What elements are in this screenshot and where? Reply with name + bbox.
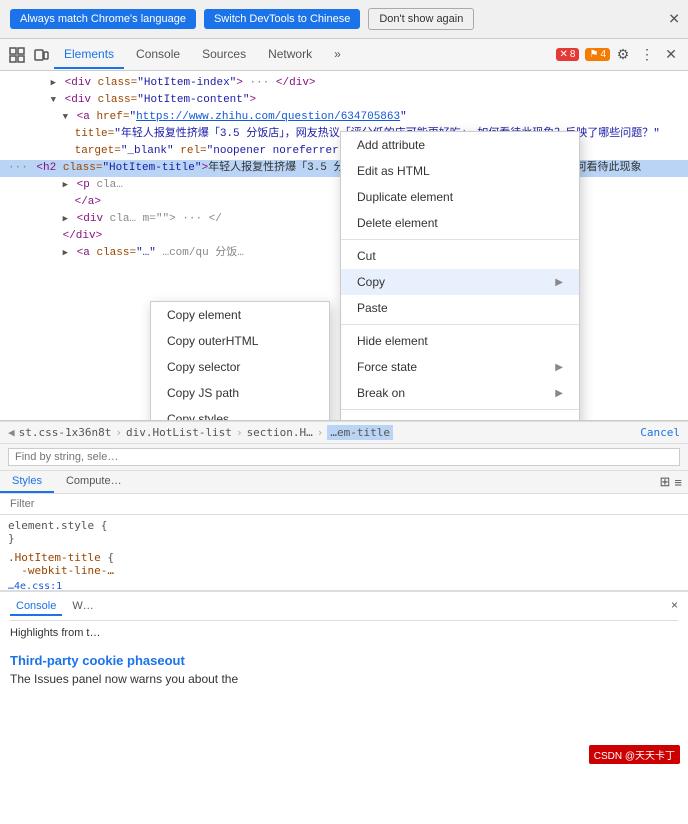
ctx-copy-outerhtml[interactable]: Copy outerHTML — [151, 328, 329, 354]
console-output: Highlights from t… — [10, 627, 678, 639]
match-language-button[interactable]: Always match Chrome's language — [10, 9, 196, 29]
ctx-force-state[interactable]: Force state ▶ — [341, 354, 579, 380]
ctx-edit-html[interactable]: Edit as HTML — [341, 158, 579, 184]
console-panel: Console W… × Highlights from t… — [0, 591, 688, 645]
breadcrumb-item-1[interactable]: div.HotList-list — [126, 426, 232, 439]
ctx-cut[interactable]: Cut — [341, 243, 579, 269]
style-line-2: } — [8, 532, 680, 545]
device-toolbar-icon[interactable] — [30, 44, 52, 66]
breadcrumb-cancel-button[interactable]: Cancel — [640, 426, 680, 439]
styles-content: element.style { } .HotItem-title { -webk… — [0, 515, 688, 591]
breadcrumb-item-2[interactable]: section.H… — [247, 426, 313, 439]
settings-icon[interactable]: ⚙ — [612, 44, 634, 66]
style-line-3: .HotItem-title { — [8, 551, 680, 564]
console-tabs: Console W… × — [10, 598, 678, 621]
style-line-1: element.style { — [8, 519, 680, 532]
ctx-separator-3 — [341, 409, 579, 410]
inspect-icon[interactable] — [6, 44, 28, 66]
bottom-text: The Issues panel now warns you about the — [10, 672, 678, 686]
styles-tabs: Styles Compute… ⊞ ≡ — [0, 471, 688, 494]
dont-show-again-button[interactable]: Don't show again — [368, 8, 474, 30]
ctx-copy-jspath[interactable]: Copy JS path — [151, 380, 329, 406]
tab-computed[interactable]: Compute… — [54, 471, 134, 493]
styles-panel: Styles Compute… ⊞ ≡ element.style { } .H… — [0, 471, 688, 591]
devtools-toolbar: Elements Console Sources Network » ✕ 8 ⚑… — [0, 39, 688, 71]
tab-more[interactable]: » — [324, 41, 351, 69]
ctx-hide-element[interactable]: Hide element — [341, 328, 579, 354]
search-input[interactable] — [8, 448, 680, 466]
console-close-button[interactable]: × — [671, 598, 678, 616]
breadcrumb-item-0[interactable]: st.css-1x36n8t — [19, 426, 112, 439]
breadcrumb-item-3[interactable]: …em-title — [327, 425, 393, 440]
csdn-badge: CSDN @天天卡丁 — [589, 745, 680, 764]
devtools-close-icon[interactable]: ✕ — [660, 44, 682, 66]
ctx-separator-1 — [341, 239, 579, 240]
switch-devtools-button[interactable]: Switch DevTools to Chinese — [204, 9, 360, 29]
styles-icon-2[interactable]: ≡ — [674, 475, 682, 490]
breadcrumb-left-arrow[interactable]: ◀ — [8, 426, 15, 439]
tab-network[interactable]: Network — [258, 41, 322, 69]
console-tab-console[interactable]: Console — [10, 598, 62, 616]
warning-badge: ⚑ 4 — [585, 48, 610, 61]
bottom-title: Third-party cookie phaseout — [10, 653, 678, 668]
breadcrumb-bar: ◀ st.css-1x36n8t › div.HotList-list › se… — [0, 421, 688, 444]
top-banner: Always match Chrome's language Switch De… — [0, 0, 688, 39]
ctx-copy[interactable]: Copy ▶ — [341, 269, 579, 295]
ctx-break-on[interactable]: Break on ▶ — [341, 380, 579, 406]
ctx-separator-2 — [341, 324, 579, 325]
error-badge: ✕ 8 — [556, 48, 580, 61]
ctx-expand-recursively[interactable]: Expand recursively — [341, 413, 579, 421]
tab-elements[interactable]: Elements — [54, 41, 124, 69]
bottom-section: Third-party cookie phaseout The Issues p… — [0, 645, 688, 694]
banner-close-button[interactable]: ✕ — [668, 11, 680, 28]
ctx-add-attribute[interactable]: Add attribute — [341, 132, 579, 158]
ctx-copy-styles[interactable]: Copy styles — [151, 406, 329, 421]
ctx-paste[interactable]: Paste — [341, 295, 579, 321]
style-line-5: …4e.css:1 — [8, 579, 680, 591]
tab-console[interactable]: Console — [126, 41, 190, 69]
styles-icon-1[interactable]: ⊞ — [660, 474, 671, 490]
elements-panel: ▶ <div class="HotItem-index"> ··· </div>… — [0, 71, 688, 421]
tab-sources[interactable]: Sources — [192, 41, 256, 69]
context-menu-right: Add attribute Edit as HTML Duplicate ele… — [340, 131, 580, 421]
ctx-delete-element[interactable]: Delete element — [341, 210, 579, 236]
styles-filter-input[interactable] — [6, 496, 682, 512]
element-line-2[interactable]: ▼ <div class="HotItem-content"> — [0, 92, 688, 109]
ctx-copy-selector[interactable]: Copy selector — [151, 354, 329, 380]
console-tab-w[interactable]: W… — [66, 598, 99, 616]
tab-styles[interactable]: Styles — [0, 471, 54, 493]
context-menu-copy-submenu: Copy element Copy outerHTML Copy selecto… — [150, 301, 330, 421]
style-line-4: -webkit-line-… — [8, 564, 680, 577]
more-options-icon[interactable]: ⋮ — [636, 44, 658, 66]
element-line-1[interactable]: ▶ <div class="HotItem-index"> ··· </div> — [0, 75, 688, 92]
element-line-3[interactable]: ▼ <a href="https://www.zhihu.com/questio… — [0, 109, 688, 126]
ctx-copy-element[interactable]: Copy element — [151, 302, 329, 328]
filter-bar — [0, 494, 688, 515]
ctx-duplicate-element[interactable]: Duplicate element — [341, 184, 579, 210]
search-bar — [0, 444, 688, 471]
